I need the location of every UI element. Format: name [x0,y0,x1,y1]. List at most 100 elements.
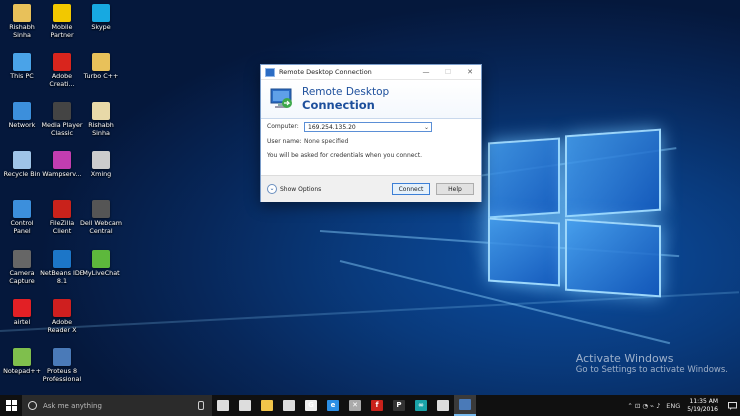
file-explorer-icon [261,400,273,411]
rdc-button-bar: ⌄ Show Options Connect Help [261,175,481,202]
desktop-icon-label-line2: Reader X [47,325,77,334]
taskbar-app-button[interactable] [212,395,234,416]
maximize-button[interactable]: ☐ [437,65,459,79]
camera-icon [13,250,31,268]
desktop-icon[interactable]: Network [0,102,44,130]
watermark-title: Activate Windows [575,352,674,365]
taskbar-app-button[interactable] [432,395,454,416]
connect-button[interactable]: Connect [392,183,430,195]
desktop-icon-label: Turbo C++ [83,72,119,80]
language-indicator[interactable]: ENG [666,402,680,410]
taskbar-app-button[interactable]: e [322,395,344,416]
desktop-icon-label: Skype [91,23,111,31]
window-title: Remote Desktop Connection [279,68,372,76]
cortana-search-box[interactable]: Ask me anything [22,395,212,416]
desktop-icon[interactable]: Xming [79,151,123,179]
desktop-icon[interactable]: Control Panel [0,200,44,236]
taskbar-app-button[interactable]: f [366,395,388,416]
activation-watermark: Activate Windows Go to Settings to activ… [576,352,728,375]
pinned-apps: Ge ✕ f P ∞ [212,395,476,416]
desktop-icon-label: airtel [13,318,31,326]
desktop-icon-label-line2: 8.1 [56,276,68,285]
desktop-icon[interactable]: Turbo C++ [79,53,123,81]
desktop-icon[interactable]: Wampserv... [40,151,84,179]
rdc-banner: Remote Desktop Connection [261,80,481,119]
watermark-subtitle: Go to Settings to activate Windows. [575,365,728,375]
wampserver-icon [53,151,71,169]
arduino-icon: ∞ [415,400,427,411]
computer-combobox[interactable]: 169.254.135.20 ⌄ [304,122,432,132]
taskbar-app-button[interactable]: ∞ [410,395,432,416]
taskbar: Ask me anything Ge ✕ f P ∞ ⌃ ⊡ ◔ ⌁ ♪ ENG 11:… [0,395,740,416]
desktop-icon[interactable]: Skype [79,4,123,32]
taskbar-app-button[interactable]: P [388,395,410,416]
computer-value: 169.254.135.20 [308,124,356,131]
edge-icon: e [327,400,339,411]
username-label: User name: [267,138,302,145]
taskbar-app-button[interactable]: ✕ [344,395,366,416]
desktop-icon-label-line2: Sinha [92,128,110,137]
username-value: None specified [304,138,349,145]
clock[interactable]: 11:35 AM 5/19/2016 [687,398,718,414]
clock-date: 5/19/2016 [687,405,718,413]
taskbar-app-button[interactable]: G [300,395,322,416]
chevron-down-icon[interactable]: ⌄ [424,123,429,133]
minimize-button[interactable]: — [415,65,437,79]
start-button[interactable] [0,395,22,416]
network-icon [13,102,31,120]
desktop-icon[interactable]: Media Player Classic [40,102,84,138]
skype-icon [92,4,110,22]
mobile-partner-icon [53,4,71,22]
chevron-down-circle-icon: ⌄ [267,184,277,194]
rdc-taskbar-icon [459,399,471,410]
desktop-icon-label-line2: Client [52,226,72,235]
desktop-icon-label-line2: Classic [50,128,74,137]
rdc-form: Computer: 169.254.135.20 ⌄ User name: No… [261,119,481,175]
microphone-icon[interactable] [198,401,204,410]
chrome-icon: G [305,400,317,411]
desktop-icon[interactable]: Mobile Partner [40,4,84,40]
store-icon [239,400,251,411]
filezilla-icon [53,200,71,218]
window-titlebar[interactable]: Remote Desktop Connection — ☐ ✕ [261,65,481,80]
desktop-icon[interactable]: FileZilla Client [40,200,84,236]
xming-icon [92,151,110,169]
desktop-icon[interactable]: Rishabh Sinha [0,4,44,40]
show-options-toggle[interactable]: ⌄ Show Options [267,184,321,194]
rdc-window[interactable]: Remote Desktop Connection — ☐ ✕ Remote D… [260,64,482,202]
desktop-icon[interactable]: MyLiveChat [79,250,123,278]
desktop-icon[interactable]: Adobe Reader X [40,299,84,335]
desktop-icon[interactable]: Recycle Bin [0,151,44,179]
desktop-icon[interactable]: This PC [0,53,44,81]
desktop-icon-label-line2: Sinha [13,30,31,39]
p-app-icon: P [393,400,405,411]
windows-logo-pane [488,137,560,219]
tray-icons[interactable]: ⌃ ⊡ ◔ ⌁ ♪ [627,402,660,410]
desktop-icon[interactable]: Proteus 8 Professional [40,348,84,384]
desktop-icon[interactable]: Adobe Creati... [40,53,84,89]
mylivechat-icon [92,250,110,268]
help-button[interactable]: Help [436,183,474,195]
close-button[interactable]: ✕ [459,65,481,79]
desktop-icon-label-line2: Partner [50,30,74,39]
media-player-icon [53,102,71,120]
taskbar-app-button[interactable] [454,395,476,416]
desktop-icon[interactable]: NetBeans IDE 8.1 [40,250,84,286]
folder-icon [13,4,31,22]
recycle-bin-icon [13,151,31,169]
desktop-icon[interactable]: Rishabh Sinha [79,102,123,138]
computer-label: Computer: [267,123,299,130]
desktop-icon[interactable]: Camera Capture [0,250,44,286]
taskbar-app-button[interactable] [278,395,300,416]
taskbar-app-button[interactable] [234,395,256,416]
desktop-icon-label: Network [8,121,36,129]
taskbar-app-button[interactable] [256,395,278,416]
desktop-icon[interactable]: Dell Webcam Central [79,200,123,236]
desktop-icon-label-line2: Central [89,226,113,235]
desktop-icon-label: Xming [90,170,112,178]
action-center-button[interactable] [724,395,740,416]
desktop-icon[interactable]: Notepad++ [0,348,44,376]
desktop-icon-label: MyLiveChat [82,269,120,277]
desktop-icon[interactable]: airtel [0,299,44,327]
desktop-icon-label-line2: Capture [9,276,35,285]
